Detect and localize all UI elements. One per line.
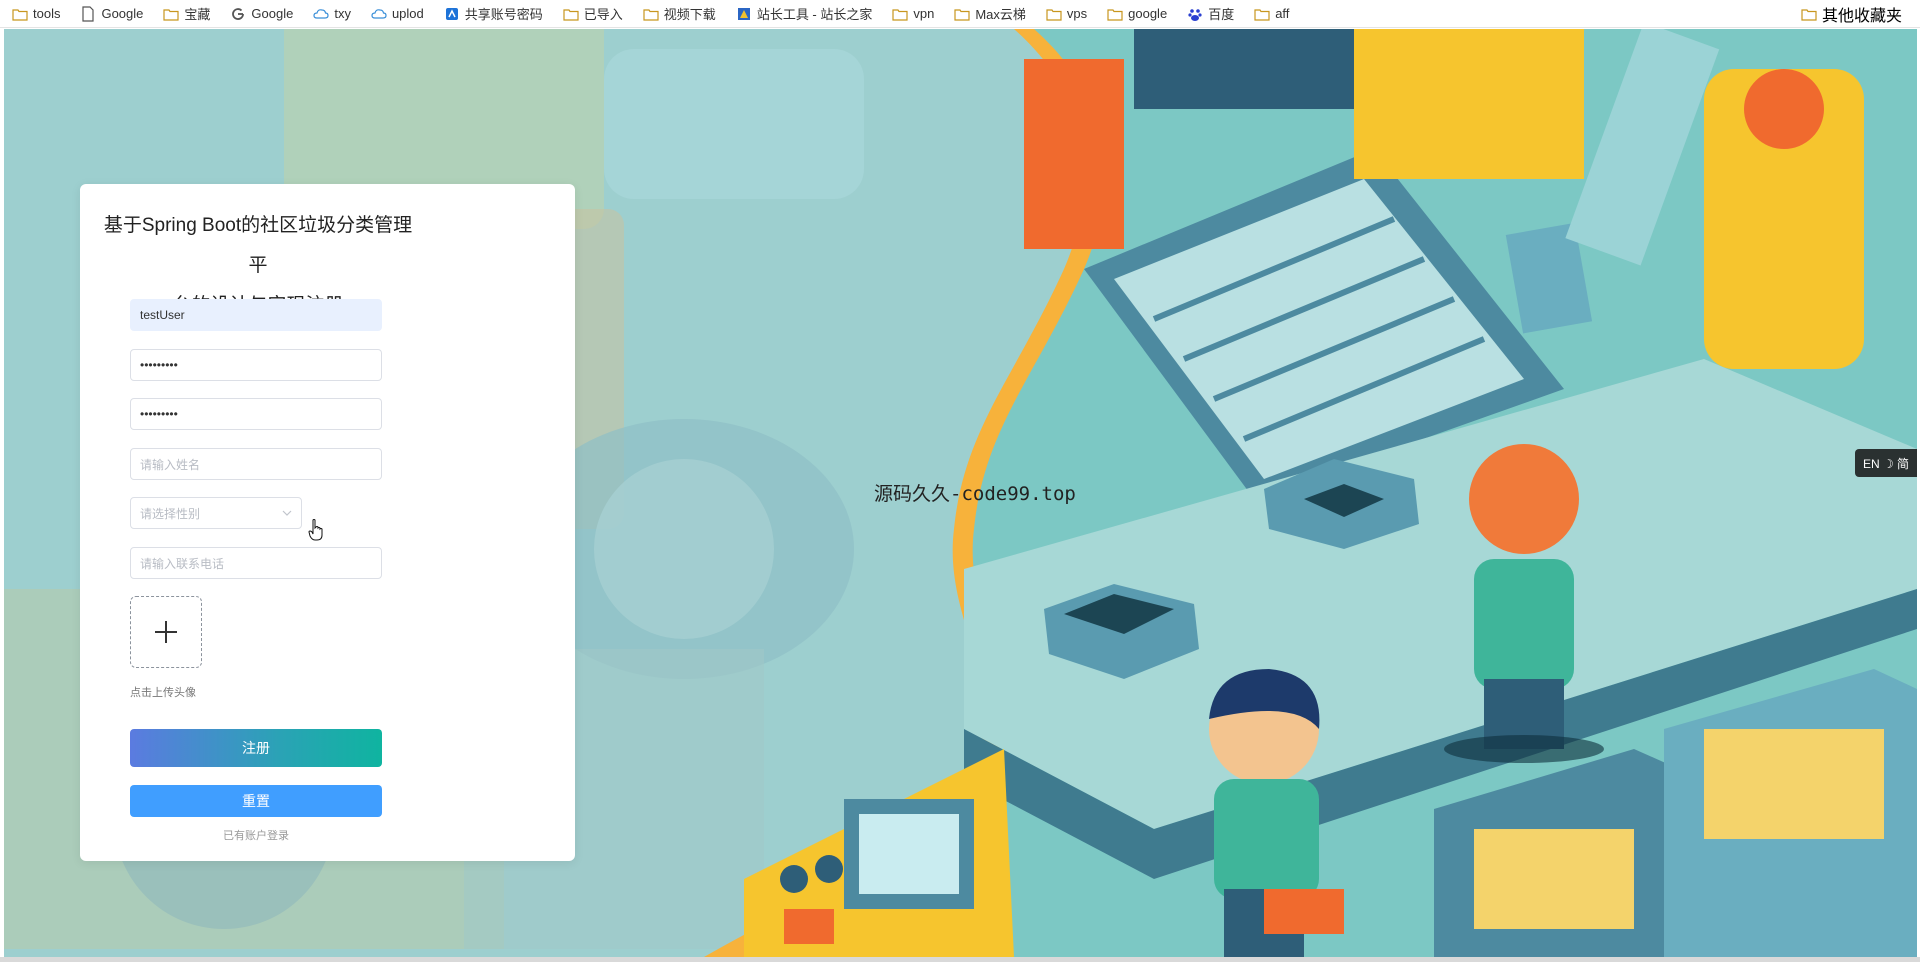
confirm-password-input[interactable]: •••••••••	[130, 398, 382, 430]
language-toggle[interactable]: EN ☽ 简	[1855, 449, 1917, 477]
folder-icon	[1254, 8, 1270, 21]
password-input[interactable]: •••••••••	[130, 349, 382, 381]
gender-select[interactable]: 请选择性别	[130, 497, 302, 529]
page-icon	[82, 5, 95, 22]
phone-input[interactable]: 请输入联系电话	[130, 547, 382, 579]
bookmark-label: tools	[33, 6, 61, 21]
hand-cursor-icon	[308, 519, 323, 541]
phone-placeholder: 请输入联系电话	[140, 556, 225, 571]
bookmark-item[interactable]: txy	[301, 3, 359, 25]
bookmark-item[interactable]: 已导入	[551, 3, 631, 25]
bookmark-item[interactable]: Google	[218, 3, 301, 25]
app-icon	[445, 7, 458, 20]
bookmark-label: uplod	[391, 6, 424, 21]
bookmark-label: txy	[334, 6, 351, 21]
name-input[interactable]: 请输入姓名	[130, 448, 382, 480]
bookmark-item[interactable]: vps	[1034, 3, 1095, 25]
bookmark-label: Google	[251, 6, 294, 21]
bookmark-label: google	[1128, 6, 1168, 21]
bookmark-label: 宝藏	[184, 7, 211, 22]
bookmark-item[interactable]: 共享账号密码	[432, 3, 551, 25]
bookmark-label: Google	[101, 6, 144, 21]
bookmark-label: 视频下载	[663, 7, 716, 22]
login-link[interactable]: 已有账户登录	[130, 827, 382, 843]
folder-icon	[12, 8, 28, 21]
folder-icon	[563, 8, 579, 21]
bookmark-label: Max云梯	[975, 7, 1026, 22]
bookmark-item[interactable]: vpn	[880, 3, 942, 25]
site-icon	[737, 7, 750, 20]
page-background: 源码久久-code99.top EN ☽ 简 基于Spring Boot的社区垃…	[4, 29, 1917, 957]
bookmark-other-label: 其他收藏夹	[1821, 8, 1902, 25]
bookmark-label: 已导入	[583, 7, 623, 22]
google-icon	[232, 7, 245, 20]
bookmark-item[interactable]: uplod	[359, 3, 432, 25]
folder-icon	[954, 8, 970, 21]
register-card: 基于Spring Boot的社区垃圾分类管理平 台的设计与实现注册 testUs…	[80, 184, 575, 861]
register-button[interactable]: 注册	[130, 729, 382, 767]
bookmark-item[interactable]: 宝藏	[151, 3, 218, 25]
title-line-1: 基于Spring Boot的社区垃圾分类管理平	[103, 215, 413, 276]
folder-icon	[892, 8, 908, 21]
bookmark-item[interactable]: 百度	[1175, 3, 1242, 25]
name-placeholder: 请输入姓名	[140, 457, 201, 472]
bookmark-item[interactable]: google	[1095, 3, 1175, 25]
bookmark-label: aff	[1275, 6, 1290, 21]
gender-placeholder: 请选择性别	[140, 506, 201, 521]
plus-icon	[155, 621, 177, 643]
bookmark-label: 站长工具 - 站长之家	[756, 7, 873, 22]
bookmark-label: vps	[1066, 6, 1088, 21]
bookmark-other-folder[interactable]: 其他收藏夹	[1789, 3, 1910, 25]
folder-icon	[163, 8, 179, 21]
folder-icon	[643, 8, 659, 21]
bookmark-label: 共享账号密码	[464, 7, 543, 22]
bookmark-label: 百度	[1208, 7, 1235, 22]
cloud-icon	[313, 8, 329, 19]
bookmark-item[interactable]: 视频下载	[631, 3, 724, 25]
confirm-password-value: •••••••••	[140, 407, 178, 421]
bookmarks-bar: tools Google 宝藏 Google txy uplod 共享账号密码 已导入 视频下载…	[0, 0, 1920, 28]
bookmark-item[interactable]: Max云梯	[942, 3, 1034, 25]
bookmark-item[interactable]: aff	[1242, 3, 1297, 25]
upload-hint: 点击上传头像	[130, 687, 196, 699]
chevron-down-icon	[282, 510, 292, 516]
folder-icon	[1107, 8, 1123, 21]
bookmark-label: vpn	[913, 6, 935, 21]
baidu-icon	[1188, 8, 1202, 21]
password-value: •••••••••	[140, 358, 178, 372]
username-input[interactable]: testUser	[130, 299, 382, 331]
avatar-upload[interactable]	[130, 596, 202, 668]
folder-icon	[1046, 8, 1062, 21]
cloud-icon	[371, 8, 387, 19]
folder-icon	[1801, 9, 1817, 21]
bookmark-item[interactable]: tools	[0, 3, 68, 25]
bookmark-item[interactable]: 站长工具 - 站长之家	[724, 3, 881, 25]
reset-button[interactable]: 重置	[130, 785, 382, 817]
watermark-text: 源码久久-code99.top	[874, 483, 1076, 505]
window-bottom-edge	[0, 957, 1920, 962]
bookmark-item[interactable]: Google	[68, 3, 151, 25]
username-value: testUser	[140, 308, 185, 322]
